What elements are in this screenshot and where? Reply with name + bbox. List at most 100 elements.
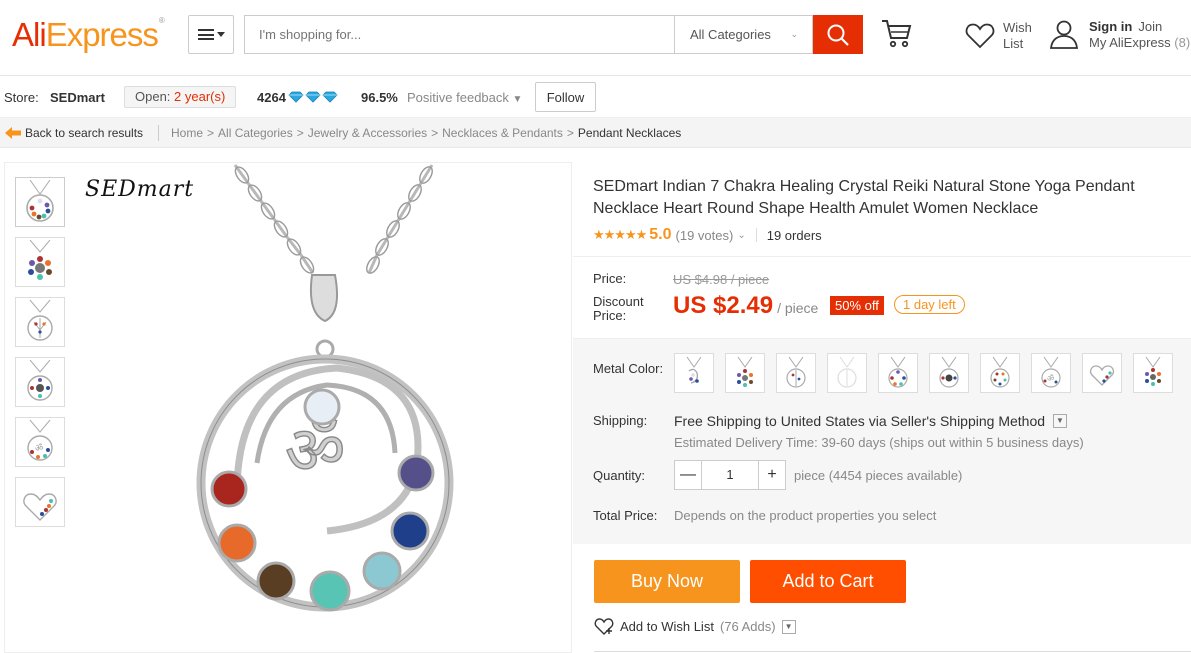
pendant-thumbnail-image (27, 360, 53, 401)
store-label: Store: (4, 90, 39, 105)
color-swatch[interactable]: ॐ (1031, 353, 1071, 393)
follow-button[interactable]: Follow (535, 82, 596, 112)
pendant-thumbnail-image (23, 493, 57, 521)
pendant-variant-image (888, 357, 908, 388)
sign-in-link[interactable]: Sign in (1089, 19, 1132, 34)
category-select[interactable]: All Categories ⌄ (674, 15, 813, 54)
total-price-value: Depends on the product properties you se… (674, 508, 937, 523)
thumbnail[interactable] (15, 237, 65, 287)
positive-feedback-dropdown[interactable]: Positive feedback ▼ (407, 90, 522, 105)
thumbnail[interactable]: ॐ (15, 417, 65, 467)
cart-icon (882, 20, 912, 48)
breadcrumb-bar: Back to search results Home > All Categori… (0, 118, 1191, 148)
orders-count: 19 orders (766, 227, 822, 243)
my-aliexpress-count: (8) (1174, 35, 1191, 50)
cart-button[interactable] (880, 18, 912, 51)
breadcrumb-current: Pendant Necklaces (577, 126, 682, 140)
positive-feedback-label: Positive feedback (407, 90, 509, 105)
product-details: SEDmart Indian 7 Chakra Healing Crystal … (573, 162, 1191, 653)
pendant-variant-image (686, 357, 702, 384)
back-label: Back to search results (25, 126, 144, 140)
wish-list-link[interactable]: Wish List (965, 20, 1032, 52)
thumbnail[interactable] (15, 297, 65, 347)
breadcrumb-separator: > (207, 126, 215, 140)
breadcrumb-all-categories[interactable]: All Categories (218, 126, 293, 140)
search-input[interactable] (244, 15, 674, 54)
open-prefix: Open: (135, 89, 171, 104)
user-icon (1049, 20, 1079, 49)
product-main-image[interactable]: ॐ (77, 163, 571, 653)
shipping-label: Shipping: (593, 413, 648, 428)
buy-now-button[interactable]: Buy Now (594, 560, 740, 603)
shipping-method: via Seller's Shipping Method (868, 413, 1046, 429)
store-score: 4264 (257, 90, 286, 105)
hamburger-icon (197, 29, 214, 40)
shipping-selector[interactable]: Free Shipping to United States via Selle… (674, 413, 1068, 429)
breadcrumb-necklaces[interactable]: Necklaces & Pendants (442, 126, 563, 140)
join-link[interactable]: Join (1138, 19, 1162, 34)
my-aliexpress-link[interactable]: My AliExpress (1089, 35, 1171, 50)
pendant-thumbnail-image (27, 300, 53, 341)
back-to-search-link[interactable]: Back to search results (5, 126, 143, 140)
color-swatch[interactable] (980, 353, 1020, 393)
store-rank-diamonds (288, 91, 338, 103)
open-years: 2 year(s) (174, 89, 226, 104)
quantity-input[interactable]: 1 (701, 461, 759, 489)
add-to-cart-button[interactable]: Add to Cart (750, 560, 906, 603)
back-arrow-icon (5, 127, 21, 139)
discount-price-amount: US $2.49 (673, 292, 774, 319)
add-to-wish-list-link[interactable]: Add to Wish List (76 Adds) ▼ (594, 618, 796, 635)
breadcrumb-jewelry[interactable]: Jewelry & Accessories (308, 126, 427, 140)
pendant-variant-image: ॐ (1041, 357, 1061, 388)
search-icon (827, 24, 849, 46)
quantity-decrease-button[interactable]: — (675, 461, 701, 489)
votes-link[interactable]: (19 votes) (676, 228, 734, 243)
thumbnail[interactable] (15, 177, 65, 227)
chevron-down-icon[interactable]: ⌄ (737, 230, 745, 241)
store-name-link[interactable]: SEDmart (50, 90, 105, 105)
color-swatch[interactable] (878, 353, 918, 393)
quantity-increase-button[interactable]: + (759, 461, 785, 489)
pendant-variant-image (1145, 357, 1161, 386)
breadcrumb-home[interactable]: Home (171, 126, 203, 140)
search-button[interactable] (813, 15, 863, 54)
color-swatch[interactable] (776, 353, 816, 393)
pendant-variant-image (786, 357, 806, 388)
divider (594, 651, 1191, 652)
color-swatch[interactable] (725, 353, 765, 393)
chevron-down-icon: ⌄ (790, 29, 798, 39)
star-rating-icon: ★★★★★ (593, 227, 647, 242)
logo-ali-text: Ali (12, 16, 47, 53)
chevron-down-icon[interactable]: ▼ (781, 619, 796, 634)
price-block: Price: US $4.98 / piece Discount Price: U… (573, 256, 1191, 336)
thumbnail[interactable] (15, 357, 65, 407)
total-price-label: Total Price: (593, 508, 658, 523)
per-piece-label: / piece (777, 300, 819, 316)
thumbnail[interactable] (15, 477, 65, 527)
diamond-icon (322, 91, 338, 103)
divider (158, 125, 159, 141)
caret-down-icon (216, 32, 225, 37)
pendant-variant-image (837, 357, 857, 388)
discount-badge: 50% off (830, 296, 884, 315)
wish-list-label-2: List (1003, 36, 1024, 51)
discount-label-line1: Discount (593, 294, 644, 309)
category-menu-button[interactable] (188, 15, 234, 54)
positive-feedback-percent: 96.5% (361, 90, 398, 105)
discount-price: US $2.49/ piece (673, 292, 818, 320)
shipping-country: United States (780, 413, 865, 429)
product-gallery: ॐ ॐ SEDmart (4, 162, 572, 653)
logo-registered-mark: ® (158, 16, 165, 25)
breadcrumb-separator: > (431, 126, 439, 140)
pendant-variant-image (939, 357, 959, 388)
color-swatch[interactable] (827, 353, 867, 393)
color-swatch[interactable] (674, 353, 714, 393)
color-swatch[interactable] (1133, 353, 1173, 393)
aliexpress-logo[interactable]: AliExpress® (12, 16, 165, 54)
quantity-available: piece (4454 pieces available) (794, 468, 963, 483)
color-swatch[interactable] (1082, 353, 1122, 393)
product-title: SEDmart Indian 7 Chakra Healing Crystal … (593, 178, 1135, 217)
pendant-variant-image (737, 357, 753, 387)
color-swatch[interactable] (929, 353, 969, 393)
chevron-down-icon: ▼ (512, 94, 523, 105)
